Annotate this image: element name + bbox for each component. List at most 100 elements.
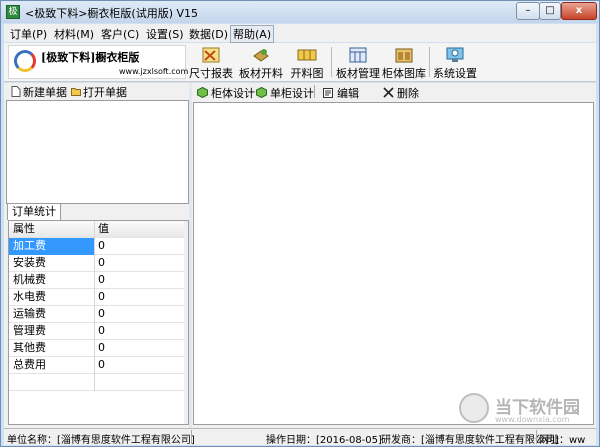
table-row[interactable]: 加工费 0 bbox=[9, 238, 185, 255]
cell-value[interactable]: 0 bbox=[95, 340, 185, 357]
board-management-button[interactable]: 板材管理 bbox=[335, 45, 381, 80]
delete-button[interactable]: 删除 bbox=[383, 85, 419, 101]
cabinet-design-label: 柜体设计 bbox=[211, 87, 255, 100]
board-management-icon bbox=[349, 47, 367, 63]
open-order-label: 打开单据 bbox=[83, 86, 127, 99]
statistics-grid: 属性 值 加工费 0 安装费 0 机械费 0 水电费 0 运输费 0 管理费 0… bbox=[8, 220, 189, 425]
watermark-url: www.downxia.com bbox=[495, 415, 570, 424]
maximize-button[interactable]: □ bbox=[539, 2, 561, 20]
tab-order-statistics[interactable]: 订单统计 bbox=[7, 203, 61, 220]
app-icon: 极 bbox=[6, 5, 20, 19]
open-order-button[interactable]: 打开单据 bbox=[71, 84, 127, 100]
menu-help[interactable]: 帮助(A) bbox=[230, 25, 275, 43]
board-management-label: 板材管理 bbox=[336, 67, 380, 80]
system-settings-label: 系统设置 bbox=[433, 67, 477, 80]
cell-attribute: 加工费 bbox=[9, 238, 95, 255]
cell-value[interactable]: 0 bbox=[95, 255, 185, 272]
status-website: 网址：ww bbox=[539, 435, 586, 446]
header-attribute: 属性 bbox=[9, 221, 95, 238]
status-operation-date: 操作日期：[2016-08-05] bbox=[266, 435, 382, 446]
logo-ring-icon bbox=[14, 50, 36, 72]
order-list[interactable] bbox=[6, 100, 189, 204]
board-cutting-button[interactable]: 板材开料 bbox=[238, 45, 284, 80]
toolbar-separator bbox=[314, 85, 315, 98]
system-settings-icon bbox=[446, 47, 464, 62]
minimize-button[interactable]: – bbox=[516, 2, 540, 20]
table-row[interactable]: 水电费 0 bbox=[9, 289, 185, 306]
menu-bar: 订单(P) 材料(M) 客户(C) 设置(S) 数据(D) 帮助(A) bbox=[4, 24, 596, 43]
cell-value[interactable]: 0 bbox=[95, 289, 185, 306]
cabinet-library-button[interactable]: 柜体图库 bbox=[381, 45, 427, 80]
design-workspace[interactable] bbox=[193, 102, 594, 425]
cell-value[interactable] bbox=[95, 374, 185, 391]
title-bar[interactable]: 极 <极致下料>橱衣柜版(试用版) V15 – □ x bbox=[1, 1, 599, 23]
menu-customer[interactable]: 客户(C) bbox=[101, 26, 139, 42]
menu-material[interactable]: 材料(M) bbox=[54, 26, 94, 42]
cell-value[interactable]: 0 bbox=[95, 306, 185, 323]
grid-scrollbar[interactable] bbox=[184, 221, 188, 424]
cell-attribute: 其他费 bbox=[9, 340, 95, 357]
cutting-diagram-icon bbox=[297, 49, 317, 61]
cell-value[interactable]: 0 bbox=[95, 323, 185, 340]
table-row[interactable]: 运输费 0 bbox=[9, 306, 185, 323]
edit-label: 编辑 bbox=[337, 87, 359, 100]
design-toolbar: 柜体设计 单柜设计 编辑 删除 bbox=[192, 83, 596, 100]
single-cabinet-design-button[interactable]: 单柜设计 bbox=[256, 85, 314, 101]
system-settings-button[interactable]: 系统设置 bbox=[432, 45, 478, 80]
right-panel: 柜体设计 单柜设计 编辑 删除 bbox=[192, 83, 596, 428]
status-divider bbox=[536, 430, 537, 444]
header-value: 值 bbox=[98, 222, 109, 235]
status-developer: 研发商：[淄博有思度软件工程有限公司] bbox=[381, 435, 559, 446]
toolbar-separator bbox=[331, 47, 332, 77]
delete-label: 删除 bbox=[397, 87, 419, 100]
table-row[interactable]: 其他费 0 bbox=[9, 340, 185, 357]
logo-title: [极致下料]橱衣柜版 bbox=[41, 51, 140, 64]
menu-data[interactable]: 数据(D) bbox=[189, 26, 228, 42]
watermark-logo-icon bbox=[459, 393, 489, 423]
status-company: 单位名称：[淄博有思度软件工程有限公司] bbox=[7, 435, 195, 446]
board-cutting-icon bbox=[253, 49, 269, 62]
cutting-diagram-button[interactable]: 开料图 bbox=[287, 45, 327, 80]
cabinet-library-icon bbox=[395, 48, 413, 63]
window-title: <极致下料>橱衣柜版(试用版) V15 bbox=[25, 7, 199, 20]
cell-value[interactable]: 0 bbox=[95, 357, 185, 374]
cell-attribute: 水电费 bbox=[9, 289, 95, 306]
close-button[interactable]: x bbox=[561, 2, 597, 20]
cell-attribute bbox=[9, 374, 95, 391]
new-order-button[interactable]: 新建单据 bbox=[11, 84, 67, 100]
cell-value[interactable]: 0 bbox=[95, 272, 185, 289]
edit-button[interactable]: 编辑 bbox=[323, 85, 359, 101]
single-cabinet-design-label: 单柜设计 bbox=[270, 87, 314, 100]
cell-attribute: 机械费 bbox=[9, 272, 95, 289]
cell-attribute: 安装费 bbox=[9, 255, 95, 272]
open-folder-icon bbox=[71, 88, 81, 96]
table-row[interactable]: 机械费 0 bbox=[9, 272, 185, 289]
cell-attribute: 运输费 bbox=[9, 306, 95, 323]
cell-attribute: 管理费 bbox=[9, 323, 95, 340]
cutting-diagram-label: 开料图 bbox=[290, 67, 324, 80]
app-window: 极 <极致下料>橱衣柜版(试用版) V15 – □ x 订单(P) 材料(M) … bbox=[0, 0, 600, 447]
brand-logo: [极致下料]橱衣柜版 www.jzxlsoft.com bbox=[8, 45, 189, 79]
menu-settings[interactable]: 设置(S) bbox=[146, 26, 184, 42]
watermark: 当下软件园 www.downxia.com bbox=[459, 391, 599, 431]
table-row[interactable]: 管理费 0 bbox=[9, 323, 185, 340]
new-document-icon bbox=[11, 86, 21, 97]
toolbar-separator bbox=[429, 47, 430, 77]
table-row[interactable]: 安装费 0 bbox=[9, 255, 185, 272]
table-row-empty[interactable] bbox=[9, 374, 185, 391]
delete-x-icon bbox=[383, 87, 394, 98]
status-divider bbox=[191, 430, 192, 444]
table-row[interactable]: 总费用 0 bbox=[9, 357, 185, 374]
cabinet-design-button[interactable]: 柜体设计 bbox=[197, 85, 255, 101]
size-report-button[interactable]: 尺寸报表 bbox=[188, 45, 234, 80]
size-report-label: 尺寸报表 bbox=[189, 67, 233, 80]
cell-value[interactable]: 0 bbox=[95, 238, 185, 255]
board-cutting-label: 板材开料 bbox=[239, 67, 283, 80]
cube-icon bbox=[197, 87, 208, 98]
grid-header-row: 属性 值 bbox=[9, 221, 185, 238]
main-toolbar: [极致下料]橱衣柜版 www.jzxlsoft.com 尺寸报表 板材开料 开料… bbox=[4, 43, 596, 82]
cube-icon bbox=[256, 87, 267, 98]
menu-order[interactable]: 订单(P) bbox=[10, 26, 47, 42]
new-order-label: 新建单据 bbox=[23, 86, 67, 99]
logo-url: www.jzxlsoft.com bbox=[119, 67, 189, 76]
